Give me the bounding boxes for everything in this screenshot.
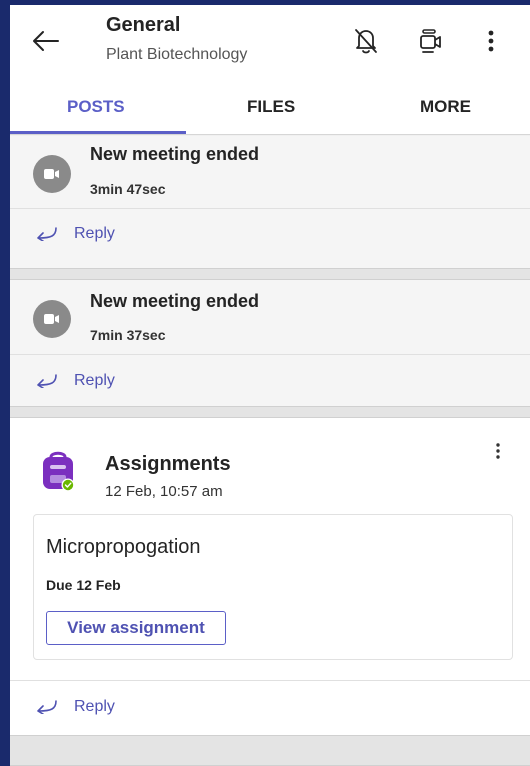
channel-screen: General Plant Biotechnology POSTS FILES … [10,5,530,766]
assignments-app-icon [43,451,75,492]
divider [10,354,530,355]
meeting-avatar [33,155,71,193]
view-assignment-button[interactable]: View assignment [46,611,226,645]
reply-label: Reply [74,698,115,715]
more-vertical-icon [496,443,500,459]
meeting-duration: 7min 37sec [90,327,166,343]
reply-button[interactable]: Reply [36,372,115,390]
page-title: General [106,14,181,36]
notifications-button[interactable] [350,25,382,57]
more-vertical-icon [488,30,494,52]
team-name: Plant Biotechnology [106,46,248,63]
post-separator [10,406,530,418]
back-button[interactable] [28,23,64,59]
divider [10,680,530,681]
meeting-post: New meeting ended 3min 47sec Reply [10,136,530,268]
more-options-button[interactable] [475,25,507,57]
active-tab-indicator [10,131,186,134]
assignment-card: Micropropogation Due 12 Feb View assignm… [33,514,513,660]
reply-button[interactable]: Reply [36,698,115,716]
post-separator [10,735,530,766]
video-call-button[interactable] [414,25,446,57]
tab-files[interactable]: FILES [247,97,295,117]
tab-more[interactable]: MORE [420,97,471,117]
post-more-options[interactable] [488,437,508,465]
reply-label: Reply [74,225,115,242]
reply-arrow-icon [37,374,57,388]
due-date: Due 12 Feb [46,577,121,593]
video-camera-icon [44,169,59,179]
post-title: New meeting ended [90,144,260,164]
post-separator [10,268,530,280]
reply-button[interactable]: Reply [36,225,115,243]
post-title: New meeting ended [90,291,260,311]
app-name: Assignments [105,453,231,475]
video-call-icon [420,29,441,53]
back-arrow-icon [33,31,59,51]
meeting-duration: 3min 47sec [90,181,166,197]
channel-header: General Plant Biotechnology POSTS FILES … [10,5,530,135]
meeting-post: New meeting ended 7min 37sec Reply [10,280,530,406]
bell-off-icon [355,29,377,54]
post-timestamp: 12 Feb, 10:57 am [105,483,223,500]
video-camera-icon [44,314,59,324]
assignment-title: Micropropogation [46,536,201,558]
reply-arrow-icon [37,700,57,714]
divider [10,208,530,209]
meeting-avatar [33,300,71,338]
reply-label: Reply [74,372,115,389]
tab-posts[interactable]: POSTS [67,97,125,117]
reply-arrow-icon [37,227,57,241]
